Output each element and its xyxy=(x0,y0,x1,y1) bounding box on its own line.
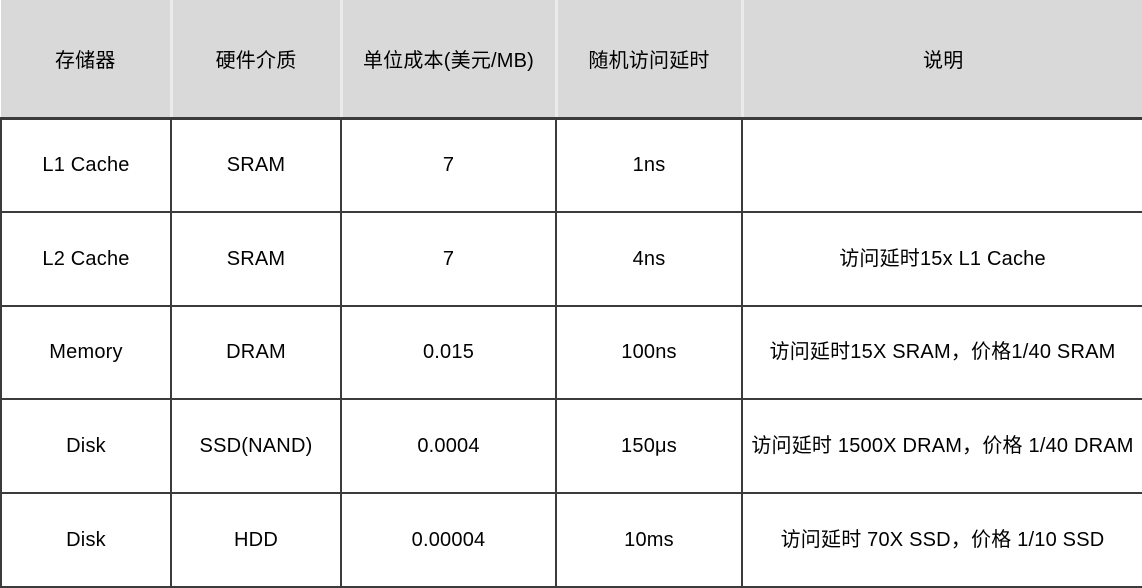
memory-hierarchy-table-container: 存储器 硬件介质 单位成本(美元/MB) 随机访问延时 说明 L1 Cache … xyxy=(0,0,1142,588)
cell-latency-text: 10ms xyxy=(624,528,674,551)
cell-notes xyxy=(741,118,1142,213)
cell-latency: 150μs xyxy=(555,398,743,495)
column-header-storage-label: 存储器 xyxy=(54,49,116,72)
cell-notes-text: 访问延时15x L1 Cache xyxy=(839,247,1046,270)
column-header-notes-label: 说明 xyxy=(923,49,964,72)
cell-medium-text: SRAM xyxy=(226,247,286,270)
column-header-latency: 随机访问延时 xyxy=(556,0,744,120)
cell-cost: 0.015 xyxy=(340,304,557,401)
cell-cost: 7 xyxy=(340,118,557,213)
cell-storage-text: Disk xyxy=(66,528,106,551)
table-header-row: 存储器 硬件介质 单位成本(美元/MB) 随机访问延时 说明 xyxy=(1,0,1142,120)
table-row: Disk HDD 0.00004 10ms 访问延时 70X SSD，价格 1/… xyxy=(0,492,1142,588)
column-header-storage: 存储器 xyxy=(1,0,173,120)
cell-storage-text: L2 Cache xyxy=(42,247,130,270)
cell-medium: SRAM xyxy=(170,118,342,213)
cell-notes: 访问延时15X SRAM，价格1/40 SRAM xyxy=(741,304,1142,401)
cell-storage: L2 Cache xyxy=(0,210,172,307)
cell-medium-text: DRAM xyxy=(226,341,286,364)
table-row: L2 Cache SRAM 7 4ns 访问延时15x L1 Cache xyxy=(0,210,1142,307)
column-header-cost: 单位成本(美元/MB) xyxy=(341,0,558,120)
table-row: L1 Cache SRAM 7 1ns xyxy=(0,118,1142,213)
cell-notes-text: 访问延时 70X SSD，价格 1/10 SSD xyxy=(780,528,1105,551)
cell-cost-text: 7 xyxy=(442,153,455,176)
cell-latency-text: 100ns xyxy=(621,341,677,364)
cell-medium-text: SRAM xyxy=(226,153,286,176)
cell-medium: SSD(NAND) xyxy=(170,398,342,495)
column-header-latency-label: 随机访问延时 xyxy=(588,49,710,72)
cell-medium: SRAM xyxy=(170,210,342,307)
cell-storage: Memory xyxy=(0,304,172,401)
cell-storage: Disk xyxy=(0,398,172,495)
cell-notes: 访问延时 70X SSD，价格 1/10 SSD xyxy=(741,492,1142,588)
cell-notes: 访问延时15x L1 Cache xyxy=(741,210,1142,307)
cell-notes-text: 访问延时 1500X DRAM，价格 1/40 DRAM xyxy=(751,435,1134,458)
table-header: 存储器 硬件介质 单位成本(美元/MB) 随机访问延时 说明 xyxy=(1,0,1142,120)
column-header-notes: 说明 xyxy=(742,0,1142,120)
table-row: Disk SSD(NAND) 0.0004 150μs 访问延时 1500X D… xyxy=(0,398,1142,495)
cell-storage-text: L1 Cache xyxy=(42,153,130,176)
cell-storage: L1 Cache xyxy=(0,118,172,213)
cell-latency: 10ms xyxy=(555,492,743,588)
column-header-medium: 硬件介质 xyxy=(171,0,343,120)
column-header-cost-label: 单位成本(美元/MB) xyxy=(362,49,535,72)
cell-notes: 访问延时 1500X DRAM，价格 1/40 DRAM xyxy=(741,398,1142,495)
cell-cost: 0.00004 xyxy=(340,492,557,588)
column-header-medium-label: 硬件介质 xyxy=(215,49,297,72)
cell-latency-text: 150μs xyxy=(621,435,677,458)
table-body: L1 Cache SRAM 7 1ns L2 Cache SRAM 7 4ns … xyxy=(0,118,1142,588)
cell-medium: HDD xyxy=(170,492,342,588)
cell-cost: 7 xyxy=(340,210,557,307)
cell-latency: 100ns xyxy=(555,304,743,401)
cell-medium: DRAM xyxy=(170,304,342,401)
cell-cost: 0.0004 xyxy=(340,398,557,495)
table-row: Memory DRAM 0.015 100ns 访问延时15X SRAM，价格1… xyxy=(0,304,1142,401)
cell-cost-text: 0.0004 xyxy=(417,435,480,458)
cell-medium-text: SSD(NAND) xyxy=(199,435,313,458)
cell-notes-text: 访问延时15X SRAM，价格1/40 SRAM xyxy=(769,341,1116,364)
cell-latency: 1ns xyxy=(555,118,743,213)
cell-latency-text: 4ns xyxy=(632,247,666,270)
cell-cost-text: 0.00004 xyxy=(411,528,486,551)
cell-storage-text: Memory xyxy=(49,341,123,364)
cell-medium-text: HDD xyxy=(234,528,278,551)
cell-latency: 4ns xyxy=(555,210,743,307)
cell-cost-text: 0.015 xyxy=(422,341,475,364)
cell-latency-text: 1ns xyxy=(632,153,666,176)
cell-cost-text: 7 xyxy=(442,247,455,270)
memory-hierarchy-table: 存储器 硬件介质 单位成本(美元/MB) 随机访问延时 说明 L1 Cache … xyxy=(0,0,1142,588)
cell-storage: Disk xyxy=(0,492,172,588)
cell-storage-text: Disk xyxy=(66,435,106,458)
